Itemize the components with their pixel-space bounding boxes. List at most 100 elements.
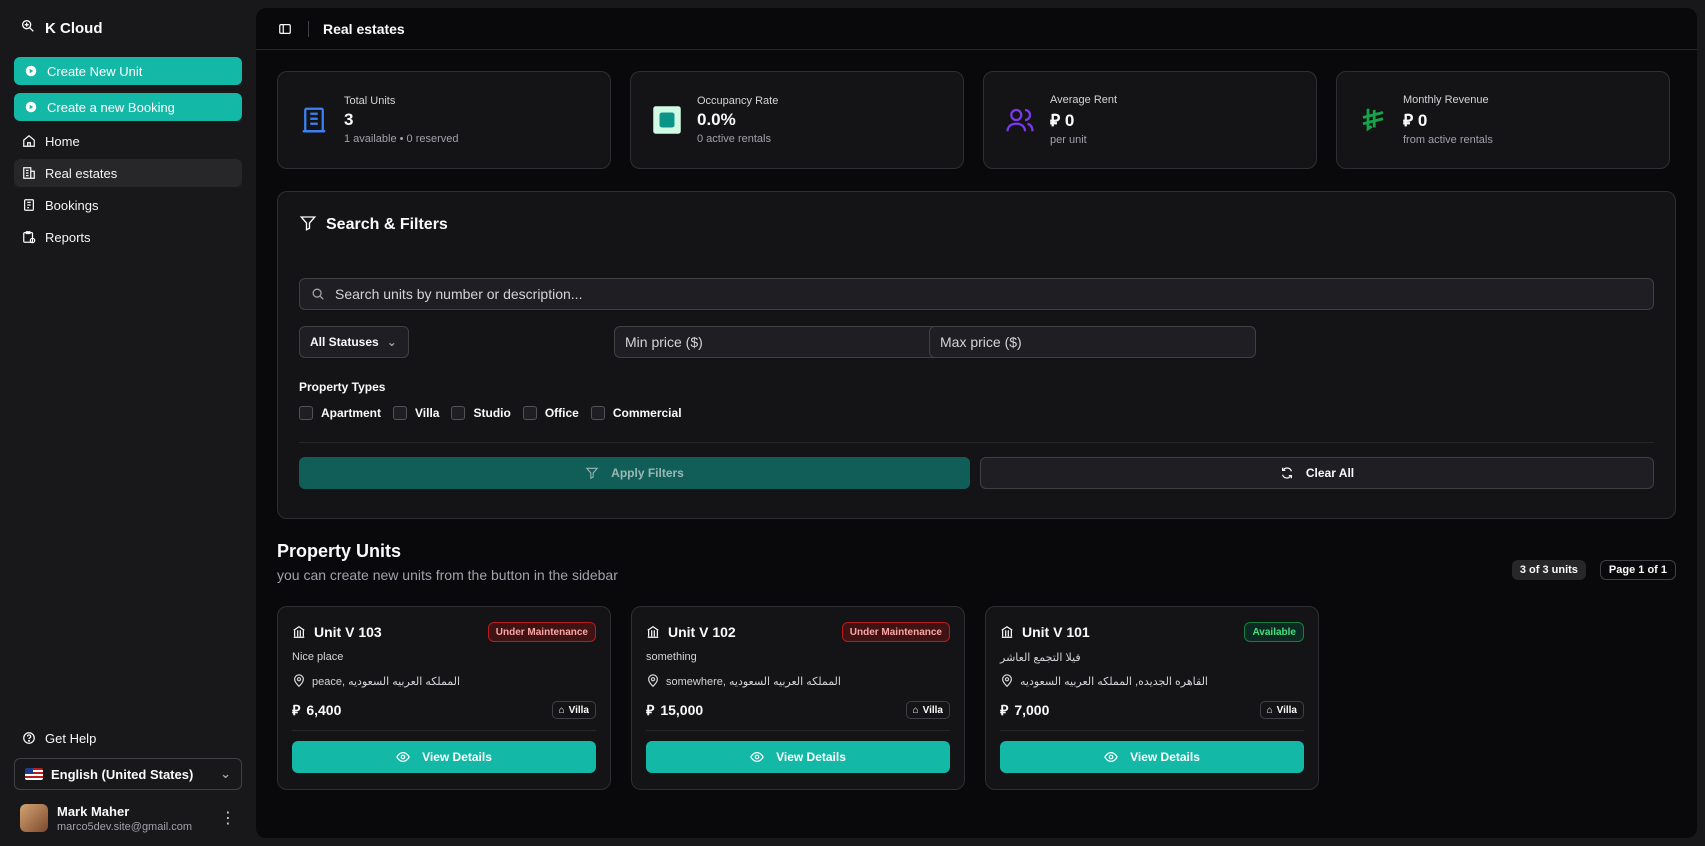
- unit-price: ⃁ 15,000: [646, 702, 704, 718]
- filter-actions: Apply Filters Clear All: [299, 457, 1654, 489]
- create-booking-button[interactable]: Create a new Booking: [14, 93, 242, 121]
- clear-all-button[interactable]: Clear All: [980, 457, 1654, 489]
- unit-price: ⃁ 6,400: [292, 702, 342, 718]
- users-icon: [1004, 104, 1036, 136]
- property-type-office[interactable]: Office: [522, 406, 579, 420]
- view-details-label: View Details: [776, 750, 846, 764]
- riyal-icon: ⃁: [1000, 702, 1009, 718]
- stat-label: Occupancy Rate: [697, 95, 779, 107]
- building-columns-icon: [646, 625, 660, 639]
- checkbox[interactable]: [522, 406, 537, 420]
- us-flag-icon: [25, 768, 43, 780]
- view-details-button[interactable]: View Details: [292, 741, 596, 773]
- property-types-label: Property Types: [299, 380, 386, 394]
- user-profile[interactable]: Mark Maher marco5dev.site@gmail.com ⋮: [14, 790, 242, 846]
- riyal-icon: ⃁: [1403, 111, 1414, 130]
- create-unit-label: Create New Unit: [47, 63, 143, 79]
- riyal-currency-icon: [1357, 104, 1389, 136]
- avatar: [20, 804, 48, 832]
- stat-sub: from active rentals: [1403, 134, 1493, 146]
- search-input[interactable]: [335, 286, 1653, 302]
- view-details-button[interactable]: View Details: [646, 741, 950, 773]
- user-info: Mark Maher marco5dev.site@gmail.com: [57, 804, 192, 833]
- units-count-badge: 3 of 3 units: [1511, 560, 1586, 580]
- get-help-label: Get Help: [45, 730, 97, 746]
- min-price-input[interactable]: [614, 326, 941, 358]
- eye-icon: [396, 750, 410, 764]
- view-details-button[interactable]: View Details: [1000, 741, 1304, 773]
- status-badge: Available: [1244, 622, 1304, 642]
- unit-card: Unit V 101 Available فيلا التجمع العاشر …: [985, 606, 1319, 790]
- unit-card: Unit V 103 Under Maintenance Nice place …: [277, 606, 611, 790]
- language-select[interactable]: English (United States) ⌄: [14, 758, 242, 790]
- unit-title: Unit V 102: [668, 624, 736, 640]
- building-columns-icon: [292, 625, 306, 639]
- stat-card-occupancy: Occupancy Rate 0.0% 0 active rentals: [630, 71, 964, 169]
- property-type-villa[interactable]: Villa: [393, 406, 439, 420]
- clear-all-label: Clear All: [1305, 466, 1355, 480]
- pagination-info: 3 of 3 units Page 1 of 1: [1511, 560, 1676, 580]
- status-select[interactable]: All Statuses ⌄: [299, 326, 409, 358]
- refresh-icon: [1280, 466, 1294, 480]
- unit-description: something: [646, 651, 697, 663]
- main-content: Real estates Total Units 3 1 available •…: [256, 8, 1697, 838]
- building-icon: [298, 104, 330, 136]
- property-type-badge: ⌂ Villa: [905, 701, 950, 719]
- status-badge: Under Maintenance: [841, 622, 950, 642]
- unit-price: ⃁ 7,000: [1000, 702, 1050, 718]
- map-pin-icon: [292, 674, 306, 688]
- unit-location: القاهره الجديده, المملكه العربيه السعودي…: [1020, 675, 1208, 688]
- stat-card-monthly-revenue: Monthly Revenue ⃁ 0 from active rentals: [1336, 71, 1670, 169]
- units-subtitle: you can create new units from the button…: [277, 567, 618, 583]
- help-circle-icon: [22, 731, 36, 745]
- view-details-label: View Details: [422, 750, 492, 764]
- map-pin-icon: [646, 674, 660, 688]
- sidebar-item-real-estates[interactable]: Real estates: [14, 159, 242, 187]
- report-icon: [22, 230, 36, 244]
- units-header: Property Units you can create new units …: [277, 541, 1676, 583]
- sidebar-item-home[interactable]: Home: [14, 127, 242, 155]
- filter-icon: [299, 214, 317, 237]
- sidebar: K Cloud Create New Unit Create a new Boo…: [0, 0, 256, 846]
- stat-value: 3: [344, 110, 354, 129]
- apply-filters-button[interactable]: Apply Filters: [299, 457, 970, 489]
- card-divider: [646, 730, 950, 731]
- stat-label: Monthly Revenue: [1403, 94, 1489, 106]
- status-badge: Under Maintenance: [487, 622, 596, 642]
- stat-sub: per unit: [1050, 134, 1087, 146]
- checkbox[interactable]: [451, 406, 466, 420]
- home-icon: [22, 134, 36, 148]
- property-type-apartment[interactable]: Apartment: [299, 406, 381, 420]
- sidebar-item-bookings[interactable]: Bookings: [14, 191, 242, 219]
- user-email: marco5dev.site@gmail.com: [57, 820, 193, 833]
- occupancy-square-icon: [651, 104, 683, 136]
- sidebar-item-label: Home: [45, 133, 80, 149]
- riyal-icon: ⃁: [1050, 111, 1061, 130]
- checkbox[interactable]: [590, 406, 605, 420]
- stat-value: 0.0%: [697, 110, 736, 129]
- page-title: Real estates: [323, 20, 405, 37]
- create-unit-button[interactable]: Create New Unit: [14, 57, 242, 85]
- sidebar-toggle-icon[interactable]: [278, 22, 292, 36]
- get-help-link[interactable]: Get Help: [14, 724, 242, 752]
- stat-value: ⃁ 0: [1050, 111, 1075, 130]
- building-columns-icon: ⌂: [912, 704, 919, 716]
- max-price-input[interactable]: [929, 326, 1256, 358]
- topbar: Real estates: [256, 8, 1697, 50]
- page-badge: Page 1 of 1: [1599, 560, 1676, 580]
- user-name: Mark Maher: [57, 803, 130, 819]
- plus-circle-icon: [24, 100, 38, 114]
- more-options-icon[interactable]: ⋮: [220, 808, 242, 828]
- filters-header: Search & Filters: [299, 192, 1654, 258]
- unit-location: peace, المملكه العربيه السعوديه: [312, 675, 461, 688]
- plus-circle-icon: [24, 64, 38, 78]
- sidebar-item-reports[interactable]: Reports: [14, 223, 242, 251]
- property-type-studio[interactable]: Studio: [451, 406, 511, 420]
- checkbox[interactable]: [299, 406, 313, 420]
- checkbox[interactable]: [393, 406, 408, 420]
- stat-sub: 1 available • 0 reserved: [344, 133, 459, 145]
- property-type-commercial[interactable]: Commercial: [590, 406, 682, 420]
- brand[interactable]: K Cloud: [14, 14, 242, 42]
- topbar-divider: [308, 20, 309, 37]
- create-booking-label: Create a new Booking: [47, 99, 175, 115]
